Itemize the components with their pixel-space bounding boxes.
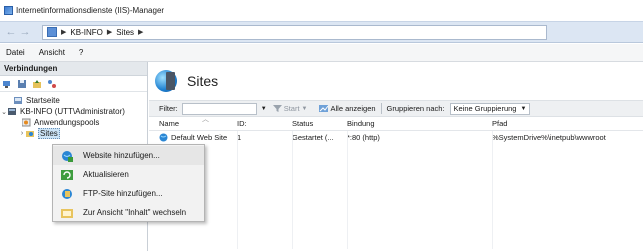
start-page-icon [14, 97, 22, 104]
menu-item-refresh[interactable]: Aktualisieren [53, 165, 204, 184]
tree-item-label: Anwendungspools [34, 118, 100, 127]
website-globe-icon [159, 133, 168, 142]
start-filter-button[interactable]: Start ▼ [272, 104, 314, 113]
site-id-cell: 1 [237, 133, 242, 142]
group-by-label: Gruppieren nach: [386, 104, 445, 113]
breadcrumb-separator-icon[interactable]: ▶ [107, 28, 112, 36]
sites-folder-icon [26, 131, 34, 137]
start-filter-label: Start [283, 104, 300, 113]
menu-item-label: Website hinzufügen... [83, 151, 160, 160]
site-name-cell: Default Web Site [149, 133, 237, 142]
sites-globe-icon [155, 70, 177, 92]
breadcrumb-separator-icon[interactable]: ▶ [61, 28, 66, 36]
menu-bar: Datei Ansicht ? [0, 44, 643, 62]
site-name: Default Web Site [171, 133, 228, 142]
tree-item-label: Sites [38, 128, 60, 139]
menu-help[interactable]: ? [79, 48, 83, 57]
chevron-down-icon: ▼ [520, 105, 527, 112]
menu-item-label: Zur Ansicht "Inhalt" wechseln [83, 208, 187, 217]
save-icon[interactable] [17, 79, 27, 89]
menu-item-label: Aktualisieren [83, 170, 129, 179]
add-website-icon [62, 150, 73, 162]
sites-view: Sites Filter: ▼ Start ▼ Alle anzeigen Gr… [149, 62, 643, 251]
menu-item-add-website[interactable]: Website hinzufügen... [53, 146, 204, 165]
collapse-icon[interactable]: ⌄ [0, 108, 8, 116]
chevron-down-icon: ▼ [301, 105, 308, 112]
connections-toolbar [0, 76, 147, 92]
filter-bar: Filter: ▼ Start ▼ Alle anzeigen Gruppier… [149, 100, 643, 117]
menu-item-add-ftp-site[interactable]: FTP-Site hinzufügen... [53, 184, 204, 203]
filter-dropdown-icon[interactable]: ▼ [261, 106, 267, 112]
tree-item-server[interactable]: ⌄ KB-INFO (UTT\Administrator) [0, 106, 147, 117]
content-view-icon [61, 208, 73, 218]
breadcrumb[interactable]: ▶ KB-INFO ▶ Sites ▶ [42, 24, 547, 40]
column-divider [292, 131, 293, 249]
breadcrumb-item-sites[interactable]: Sites [116, 28, 134, 37]
server-icon [47, 27, 57, 37]
column-divider [347, 131, 348, 249]
breadcrumb-separator-icon[interactable]: ▶ [138, 28, 143, 36]
table-header: Name ID: Status Bindung Pfad [149, 117, 643, 131]
tree-item-app-pools[interactable]: Anwendungspools [0, 117, 147, 128]
menu-file[interactable]: Datei [6, 48, 25, 57]
menu-view[interactable]: Ansicht [39, 48, 65, 57]
expand-icon[interactable]: › [18, 130, 26, 137]
group-by-select[interactable]: Keine Gruppierung ▼ [449, 102, 531, 115]
title-bar: Internetinformationsdienste (IIS)-Manage… [0, 0, 643, 21]
column-header-status[interactable]: Status [292, 119, 347, 128]
column-divider [492, 131, 493, 249]
window-title: Internetinformationsdienste (IIS)-Manage… [16, 6, 165, 15]
sort-indicator-icon: ︿ [202, 116, 209, 123]
page-header: Sites [149, 62, 643, 100]
show-all-button[interactable]: Alle anzeigen [318, 104, 376, 113]
site-status-cell: Gestartet (... [292, 133, 334, 142]
connections-header: Verbindungen [0, 62, 147, 76]
address-bar: ← → ▶ KB-INFO ▶ Sites ▶ [0, 21, 643, 43]
column-header-name[interactable]: Name [149, 119, 237, 128]
column-header-path[interactable]: Pfad [492, 119, 642, 128]
tree-item-label: KB-INFO (UTT\Administrator) [20, 107, 125, 116]
page-title: Sites [187, 73, 219, 89]
filter-input[interactable] [181, 102, 257, 115]
funnel-icon [272, 105, 282, 112]
up-folder-icon[interactable] [32, 79, 42, 89]
group-by-value: Keine Gruppierung [453, 104, 517, 113]
breadcrumb-item-server[interactable]: KB-INFO [70, 28, 102, 37]
tree-item-label: Startseite [26, 96, 60, 105]
show-all-icon [318, 105, 328, 112]
grid-lines [149, 131, 643, 249]
site-binding-cell: *:80 (http) [347, 133, 380, 142]
server-icon [8, 108, 16, 115]
add-ftp-site-icon [62, 188, 72, 199]
table-row[interactable]: Default Web Site 1 Gestartet (... *:80 (… [149, 131, 643, 144]
toolbar-divider [380, 103, 382, 114]
column-header-id[interactable]: ID: [237, 119, 292, 128]
connect-icon[interactable] [2, 79, 12, 89]
menu-item-content-view[interactable]: Zur Ansicht "Inhalt" wechseln [53, 203, 204, 222]
tree-item-start-page[interactable]: Startseite [0, 95, 147, 106]
column-divider [237, 131, 238, 249]
context-menu: Website hinzufügen... Aktualisieren FTP-… [52, 144, 205, 222]
connections-tree: Startseite ⌄ KB-INFO (UTT\Administrator)… [0, 92, 147, 139]
app-pool-icon [22, 118, 31, 127]
refresh-icon [61, 169, 73, 180]
iis-app-icon [4, 6, 13, 15]
show-all-label: Alle anzeigen [330, 104, 376, 113]
site-path-cell: %SystemDrive%\inetpub\wwwroot [492, 133, 606, 142]
filter-label: Filter: [159, 104, 178, 113]
tree-item-sites[interactable]: › Sites [0, 128, 147, 139]
back-button[interactable]: ← [4, 25, 18, 39]
connections-icon[interactable] [47, 79, 57, 89]
sites-table: ︿ Name ID: Status Bindung Pfad Default W… [149, 116, 643, 249]
forward-button[interactable]: → [18, 25, 32, 39]
menu-item-label: FTP-Site hinzufügen... [83, 189, 163, 198]
column-header-binding[interactable]: Bindung [347, 119, 492, 128]
